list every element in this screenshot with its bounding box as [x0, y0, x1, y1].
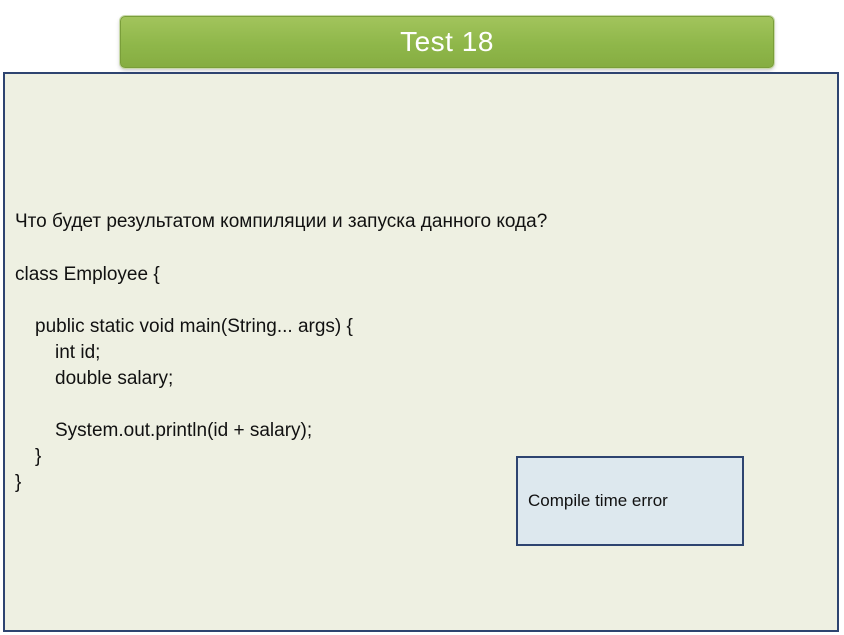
code-line: class Employee {	[15, 264, 160, 285]
code-line: }	[15, 472, 22, 493]
slide-title: Test 18	[400, 26, 494, 57]
answer-text: Compile time error	[528, 491, 668, 510]
code-line: double salary;	[55, 368, 174, 389]
slide-title-bar: Test 18	[120, 16, 774, 68]
content-panel: Что будет результатом компиляции и запус…	[3, 72, 839, 632]
answer-box: Compile time error	[516, 456, 744, 546]
code-line: int id;	[55, 342, 101, 363]
code-line: }	[35, 446, 42, 467]
code-line: System.out.println(id + salary);	[55, 420, 313, 441]
question-text: Что будет результатом компиляции и запус…	[15, 211, 548, 232]
code-line: public static void main(String... args) …	[35, 316, 353, 337]
